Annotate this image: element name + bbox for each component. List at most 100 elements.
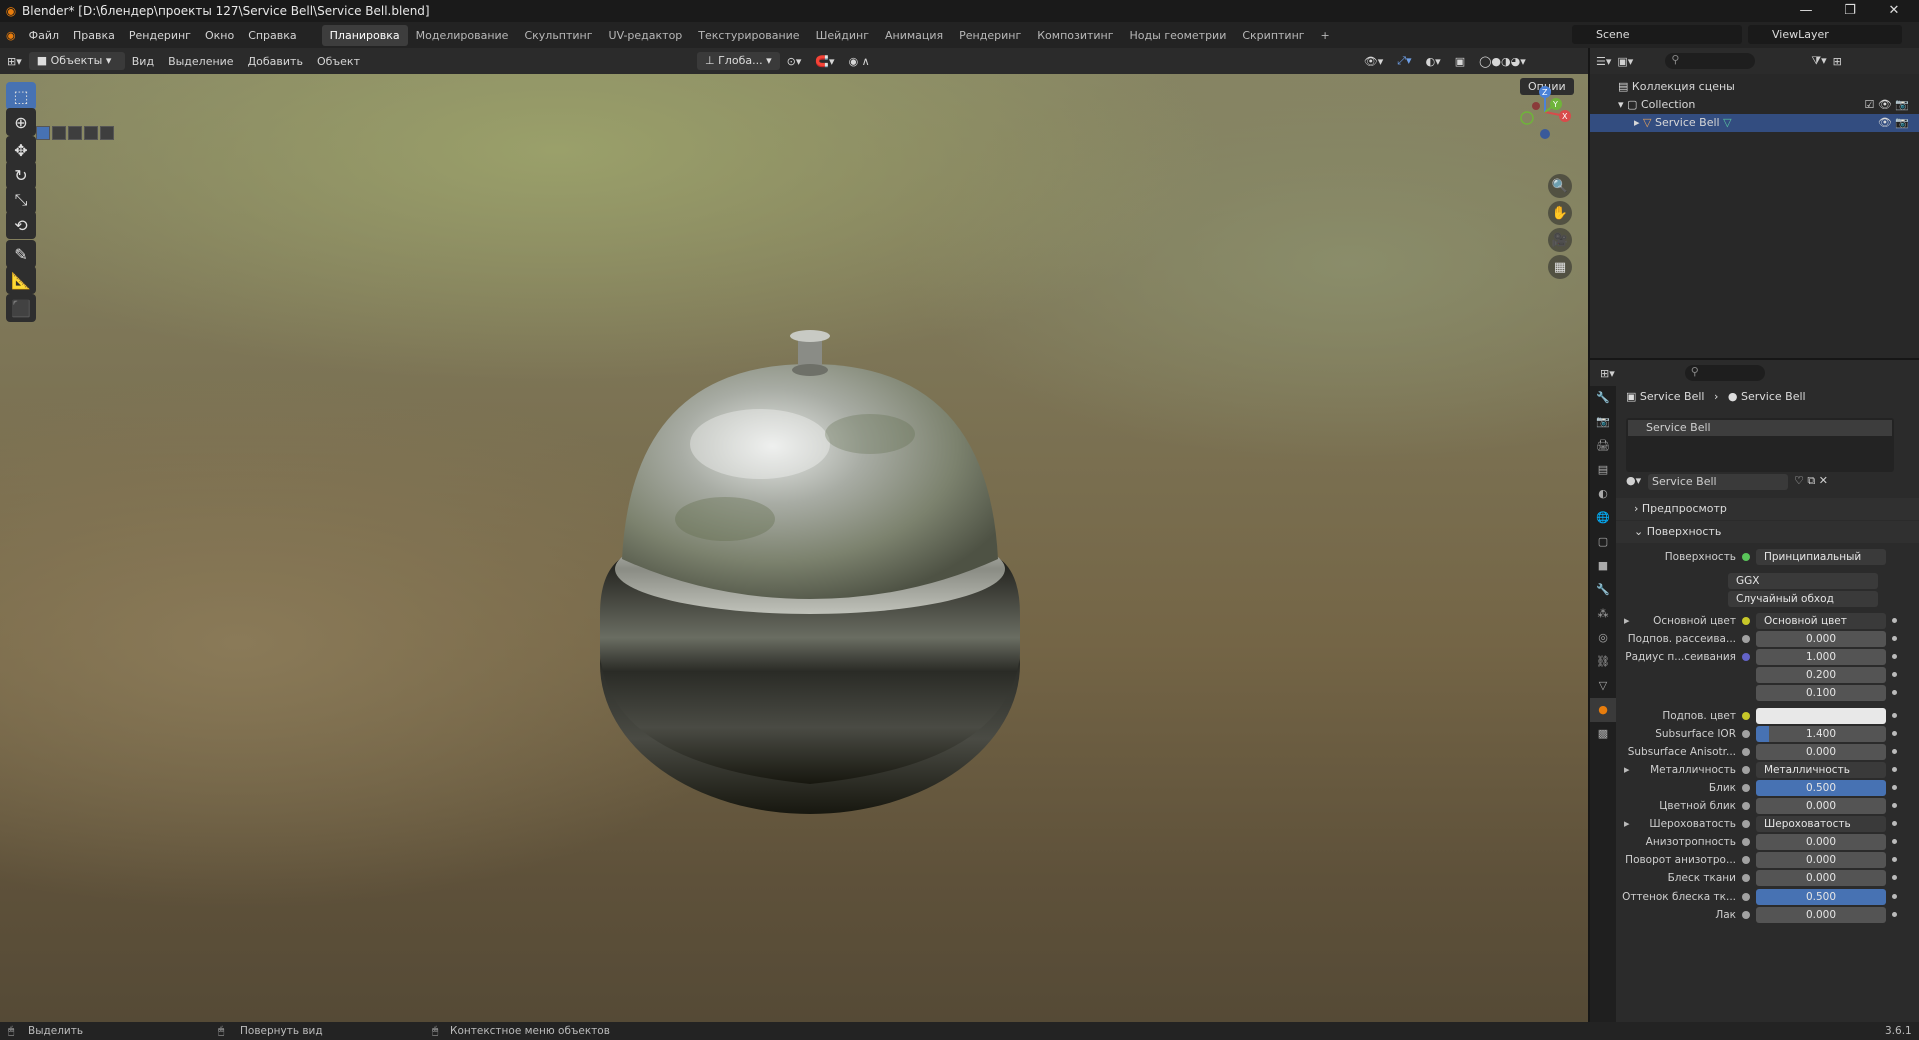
tab-shading[interactable]: Шейдинг [808, 25, 877, 46]
socket-dot[interactable] [1742, 653, 1750, 662]
particles-tab-icon[interactable]: ⁂ [1590, 602, 1616, 626]
texture-tab-icon[interactable]: ▩ [1590, 722, 1616, 746]
editor-type-icon[interactable]: ⊞▾ [0, 55, 29, 68]
material-slot-list[interactable]: Service Bell [1626, 418, 1894, 472]
select-tool-icon[interactable]: ⬚ [6, 82, 36, 110]
material-browse-icon[interactable]: ●▾ [1626, 474, 1641, 487]
keyframe-dot-icon[interactable] [1892, 821, 1897, 827]
display-mode-icon[interactable]: ▣▾ [1617, 55, 1633, 68]
socket-dot[interactable] [1742, 711, 1750, 720]
socket-dot[interactable] [1742, 617, 1750, 625]
service-bell-model[interactable] [540, 324, 1080, 844]
expand-arrow-icon[interactable]: ▾ [1618, 98, 1624, 111]
tab-texture-paint[interactable]: Текстурирование [690, 25, 807, 46]
menu-edit[interactable]: Правка [66, 29, 122, 42]
view-layer-selector[interactable]: ViewLayer [1748, 25, 1902, 44]
property-value-field[interactable]: 0.000 [1756, 906, 1886, 923]
tab-compositing[interactable]: Композитинг [1029, 25, 1121, 46]
menu-object[interactable]: Объект [310, 55, 367, 68]
tab-uv-editing[interactable]: UV-редактор [601, 25, 691, 46]
keyframe-dot-icon[interactable] [1892, 636, 1897, 642]
socket-dot[interactable] [1742, 765, 1750, 774]
physics-tab-icon[interactable]: ◎ [1590, 626, 1616, 650]
socket-dot[interactable] [1742, 747, 1750, 756]
cursor-tool-icon[interactable]: ⊕ [6, 108, 36, 136]
material-actions-icons[interactable]: ♡ ⧉ ✕ [1794, 474, 1828, 488]
material-slot-item[interactable]: Service Bell [1628, 420, 1892, 436]
blender-menu-icon[interactable]: ◉ [0, 29, 22, 42]
scene-tab-icon[interactable]: ◐ [1590, 482, 1616, 506]
property-value-field[interactable]: 0.000 [1756, 798, 1886, 814]
scene-collection-row[interactable]: ▤ Коллекция сцены [1590, 78, 1919, 96]
socket-dot[interactable] [1742, 635, 1750, 644]
perspective-grid-icon[interactable]: ▦ [1548, 255, 1572, 279]
keyframe-dot-icon[interactable] [1892, 766, 1897, 772]
socket-dot[interactable] [1742, 910, 1750, 919]
constraints-tab-icon[interactable]: ⛓ [1590, 650, 1616, 674]
collection-row[interactable]: ▾ ▢ Collection ☑ 👁 📷 [1590, 96, 1919, 114]
zoom-icon[interactable]: 🔍 [1548, 174, 1572, 198]
menu-add[interactable]: Добавить [241, 55, 310, 68]
scale-tool-icon[interactable]: ⤡ [6, 186, 36, 214]
socket-dot[interactable] [1742, 874, 1750, 883]
menu-view[interactable]: Вид [125, 55, 161, 68]
menu-file[interactable]: Файл [22, 29, 66, 42]
3d-viewport[interactable]: Опции ⬚ ⊕ ✥ ↻ ⤡ ⟲ ✎ 📐 ⬛ Z X Y 🔍 ✋ 🎥 ▦ [0, 74, 1588, 1022]
property-value-field[interactable]: 0.000 [1756, 631, 1886, 648]
selection-mode-buttons[interactable] [36, 126, 114, 140]
socket-dot[interactable] [1742, 783, 1750, 792]
mode-selector[interactable]: ■ Объекты ▾ [28, 52, 125, 70]
add-workspace-icon[interactable]: + [1313, 25, 1338, 46]
socket-dot[interactable] [1742, 820, 1750, 829]
transform-tool-icon[interactable]: ⟲ [6, 211, 36, 239]
property-value-field[interactable]: 0.000 [1756, 870, 1886, 887]
socket-dot[interactable] [1742, 856, 1750, 865]
tab-modeling[interactable]: Моделирование [408, 25, 517, 46]
keyframe-dot-icon[interactable] [1892, 893, 1897, 899]
socket-dot[interactable] [1742, 892, 1750, 901]
panel-surface[interactable]: ⌄ Поверхность [1616, 521, 1919, 543]
camera-icon[interactable]: 🎥 [1548, 228, 1572, 252]
surface-shader-field[interactable]: Принципиальный BSDF [1756, 549, 1886, 565]
keyframe-dot-icon[interactable] [1892, 839, 1897, 845]
close-button[interactable]: ✕ [1874, 0, 1914, 22]
filter-icon[interactable]: ⧩▾ [1811, 54, 1826, 68]
keyframe-dot-icon[interactable] [1892, 875, 1897, 881]
keyframe-dot-icon[interactable] [1892, 712, 1897, 718]
tab-scripting[interactable]: Скриптинг [1234, 25, 1312, 46]
keyframe-dot-icon[interactable] [1892, 784, 1897, 790]
gizmo-icon[interactable]: ⤢▾ [1390, 54, 1418, 68]
property-value-field[interactable]: 1.000 [1756, 649, 1886, 666]
tab-animation[interactable]: Анимация [877, 25, 951, 46]
expand-arrow-icon[interactable]: ▸ [1624, 815, 1630, 833]
keyframe-dot-icon[interactable] [1892, 911, 1897, 917]
property-value-field[interactable]: 0.100 [1756, 685, 1886, 702]
outliner-editor-icon[interactable]: ☰▾ [1596, 55, 1611, 68]
output-tab-icon[interactable]: 🖨 [1590, 434, 1616, 458]
distribution-dropdown[interactable]: GGX [1728, 573, 1878, 589]
proportional-edit-icon[interactable]: ◉ ∧ [842, 55, 877, 68]
overlay-icon[interactable]: ◐▾ [1419, 55, 1448, 68]
property-value-field[interactable]: 0.500 [1756, 779, 1886, 796]
expand-arrow-icon[interactable]: ▸ [1624, 761, 1630, 779]
move-tool-icon[interactable]: ✥ [6, 136, 36, 164]
outliner-item-service-bell[interactable]: ▸ ▽ Service Bell ▽ 👁 📷 [1590, 114, 1919, 132]
measure-tool-icon[interactable]: 📐 [6, 266, 36, 294]
orientation-selector[interactable]: ⊥ Глоба... ▾ [697, 52, 780, 70]
new-collection-icon[interactable]: ⊞ [1833, 55, 1842, 68]
socket-dot[interactable] [1742, 729, 1750, 738]
pivot-icon[interactable]: ⊙▾ [780, 55, 809, 68]
modifier-tab-icon[interactable]: 🔧 [1590, 578, 1616, 602]
properties-search-input[interactable]: ⚲ [1684, 365, 1765, 381]
properties-tabs[interactable]: 🔧 📷 🖨 ▤ ◐ 🌐 ▢ ■ 🔧 ⁂ ◎ ⛓ ▽ ● ▩ [1590, 386, 1616, 1024]
material-selector[interactable]: ●▾ Service Bell ♡ ⧉ ✕ [1626, 474, 1898, 492]
minimize-button[interactable]: — [1786, 0, 1826, 22]
menu-help[interactable]: Справка [241, 29, 303, 42]
keyframe-dot-icon[interactable] [1892, 803, 1897, 808]
tab-rendering[interactable]: Рендеринг [951, 25, 1029, 46]
keyframe-dot-icon[interactable] [1892, 690, 1897, 696]
pan-icon[interactable]: ✋ [1548, 201, 1572, 225]
property-value-field[interactable]: Шероховатость [1756, 816, 1886, 833]
tab-geometry-nodes[interactable]: Ноды геометрии [1122, 25, 1235, 46]
property-value-field[interactable]: 0.200 [1756, 667, 1886, 684]
